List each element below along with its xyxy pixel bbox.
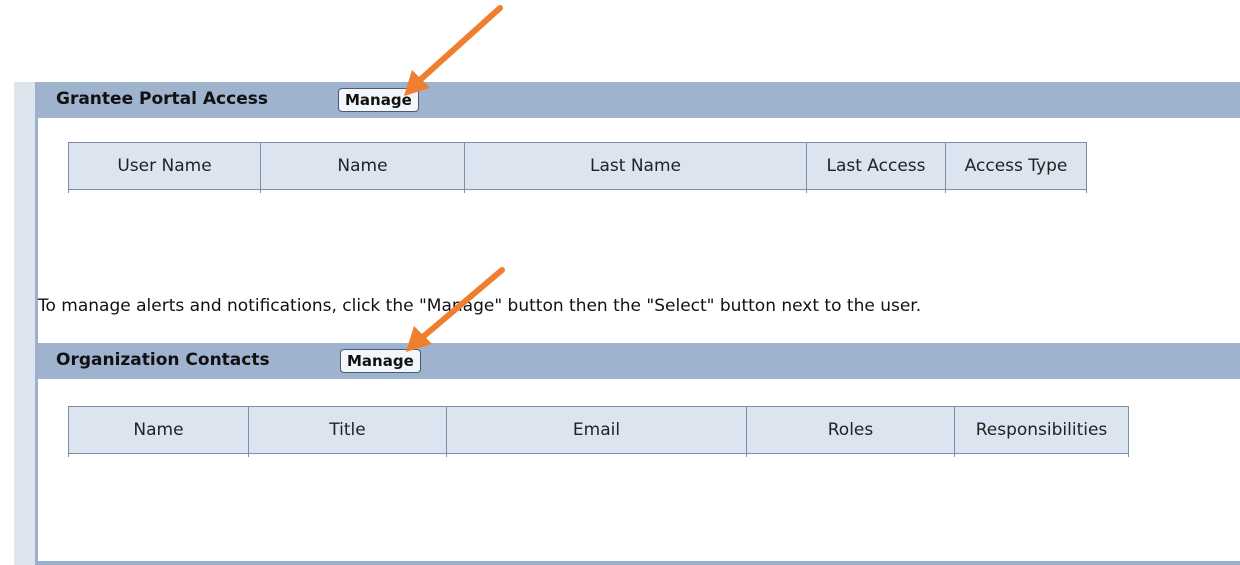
left-rail: [14, 82, 38, 565]
table-cell: [68, 453, 249, 457]
col-roles[interactable]: Roles: [746, 406, 955, 454]
table-cell: [248, 453, 447, 457]
col-access-type[interactable]: Access Type: [945, 142, 1087, 190]
table-cell: [446, 453, 747, 457]
contacts-table: Name Title Email Roles Responsibilities: [68, 406, 1129, 457]
contacts-manage-button[interactable]: Manage: [340, 349, 421, 373]
table-cell: [464, 189, 807, 193]
portal-access-empty-row: [68, 189, 1087, 193]
contacts-title: Organization Contacts: [56, 350, 270, 370]
table-cell: [746, 453, 955, 457]
portal-access-header-row: User Name Name Last Name Last Access Acc…: [68, 142, 1087, 190]
notifications-help-text: To manage alerts and notifications, clic…: [38, 296, 922, 316]
col-contact-name[interactable]: Name: [68, 406, 249, 454]
portal-access-title: Grantee Portal Access: [56, 89, 268, 109]
col-title[interactable]: Title: [248, 406, 447, 454]
col-last-name[interactable]: Last Name: [464, 142, 807, 190]
col-email[interactable]: Email: [446, 406, 747, 454]
col-last-access[interactable]: Last Access: [806, 142, 946, 190]
table-cell: [945, 189, 1087, 193]
table-cell: [260, 189, 465, 193]
table-cell: [68, 189, 261, 193]
contacts-header-row: Name Title Email Roles Responsibilities: [68, 406, 1129, 454]
col-name[interactable]: Name: [260, 142, 465, 190]
table-cell: [954, 453, 1129, 457]
bottom-border: [38, 561, 1240, 565]
table-cell: [806, 189, 946, 193]
portal-access-header: Grantee Portal Access Manage: [38, 82, 1240, 118]
contacts-header: Organization Contacts Manage: [38, 343, 1240, 379]
portal-access-manage-button[interactable]: Manage: [338, 88, 419, 112]
contacts-empty-row: [68, 453, 1129, 457]
col-user-name[interactable]: User Name: [68, 142, 261, 190]
col-responsibilities[interactable]: Responsibilities: [954, 406, 1129, 454]
portal-access-table: User Name Name Last Name Last Access Acc…: [68, 142, 1087, 193]
